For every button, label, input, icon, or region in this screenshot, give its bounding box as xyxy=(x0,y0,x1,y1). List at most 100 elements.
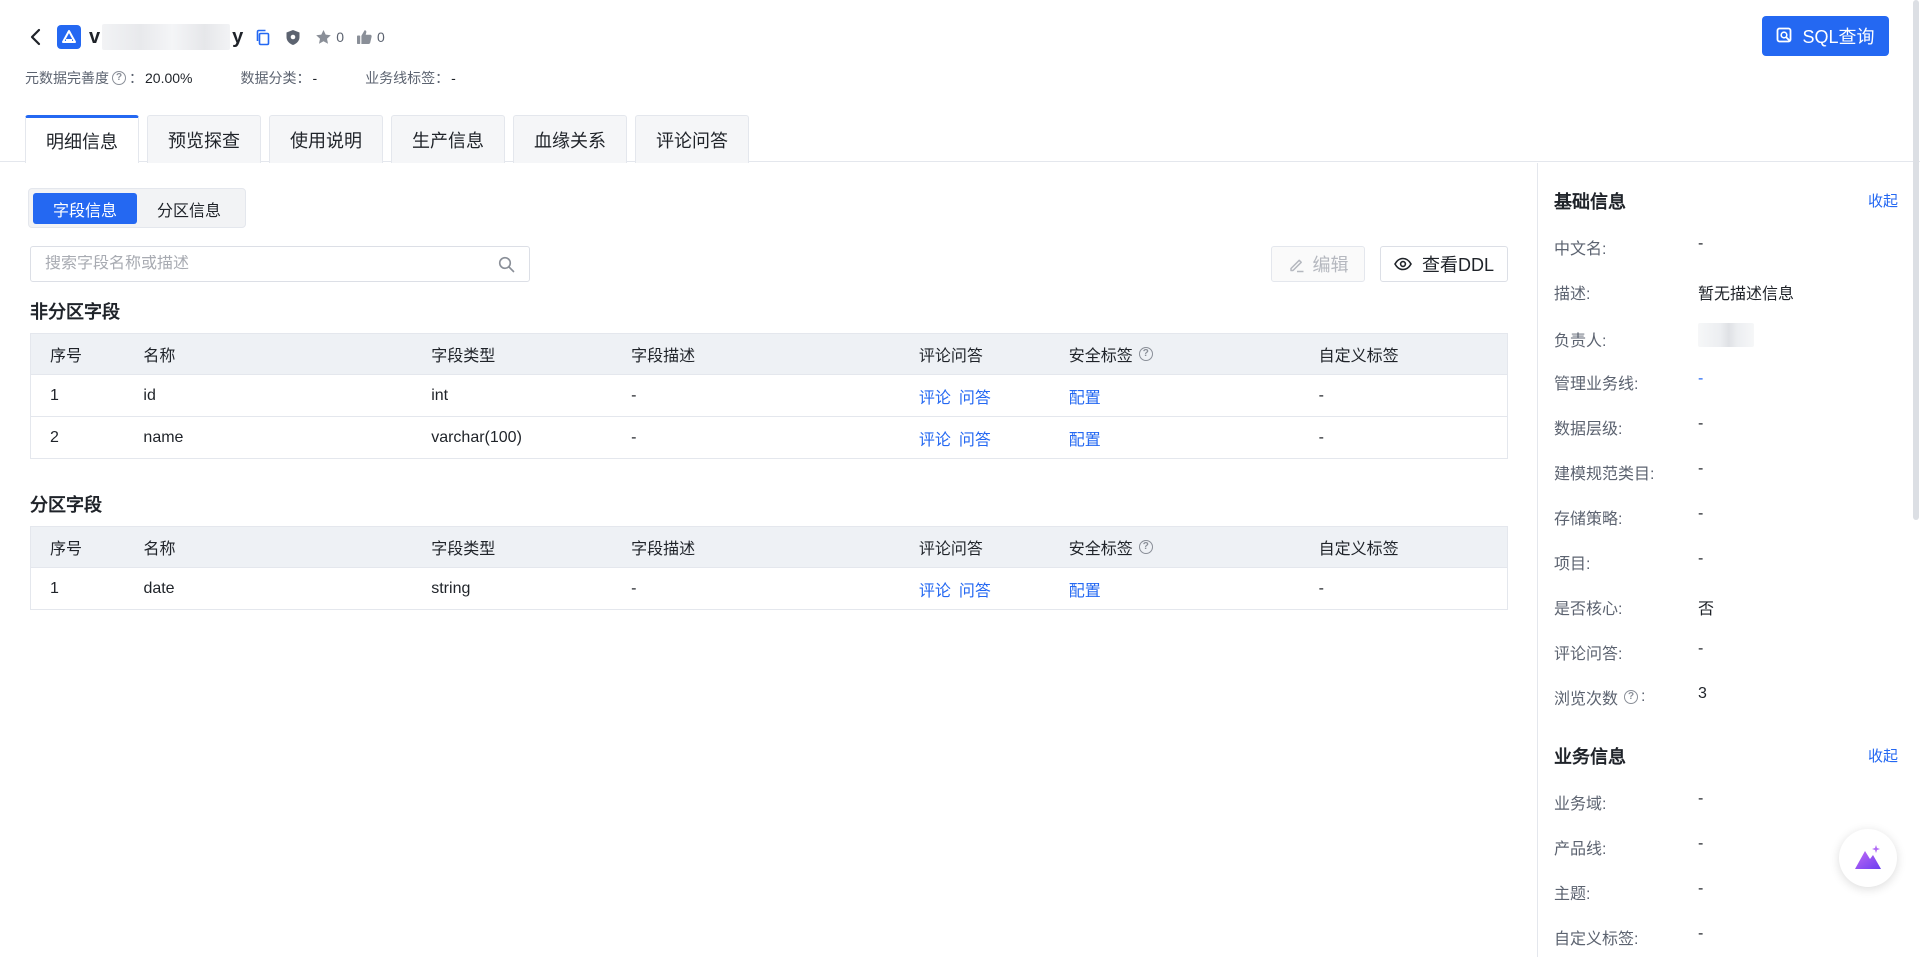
info-row-data-layer: 数据层级: - xyxy=(1554,415,1894,439)
tab-production-info[interactable]: 生产信息 xyxy=(391,115,505,163)
info-value: - xyxy=(1698,880,1704,897)
copy-button[interactable] xyxy=(255,29,271,46)
info-label: 数据层级: xyxy=(1554,421,1623,438)
cell-comments-qa: 评论 问答 xyxy=(919,568,1069,610)
help-icon[interactable]: ? xyxy=(1138,540,1153,554)
comment-link[interactable]: 评论 xyxy=(919,390,951,407)
favorite-button[interactable]: 0 xyxy=(315,29,344,45)
field-search-box xyxy=(30,246,530,282)
tab-usage-notes[interactable]: 使用说明 xyxy=(269,115,383,163)
qa-link[interactable]: 问答 xyxy=(959,390,991,407)
info-label: 主题: xyxy=(1554,886,1591,903)
business-info-collapse-button[interactable]: 收起 xyxy=(1868,745,1898,766)
tab-lineage[interactable]: 血缘关系 xyxy=(513,115,627,163)
configure-link[interactable]: 配置 xyxy=(1069,583,1101,600)
info-value: - xyxy=(1698,790,1704,807)
meta-bizline-tag: 业务线标签： - xyxy=(365,68,456,88)
info-value: - xyxy=(1698,370,1704,387)
field-search-input[interactable] xyxy=(45,255,498,273)
table-header-row: 序号 名称 字段类型 字段描述 评论问答 安全标签? 自定义标签 xyxy=(30,333,1508,375)
info-row-project: 项目: - xyxy=(1554,550,1894,574)
segment-partition-info[interactable]: 分区信息 xyxy=(137,193,241,224)
info-value: - xyxy=(1698,550,1704,567)
back-button[interactable] xyxy=(25,23,47,51)
basic-info-collapse-button[interactable]: 收起 xyxy=(1868,190,1898,211)
col-comments-qa: 评论问答 xyxy=(918,333,1069,375)
info-value: - xyxy=(1698,415,1704,432)
info-label: 项目: xyxy=(1554,556,1591,573)
table-header-row: 序号 名称 字段类型 字段描述 评论问答 安全标签? 自定义标签 xyxy=(30,526,1508,568)
non-partition-fields-table: 序号 名称 字段类型 字段描述 评论问答 安全标签? 自定义标签 1 id in… xyxy=(30,333,1508,459)
help-icon[interactable]: ? xyxy=(1138,347,1153,361)
col-name: 名称 xyxy=(143,333,432,375)
info-row-is-core: 是否核心: 否 xyxy=(1554,595,1894,619)
col-custom-tag: 自定义标签 xyxy=(1318,526,1508,568)
cell-name: id xyxy=(143,374,432,417)
meta-completeness: 元数据完善度 ? ： 20.00% xyxy=(25,68,192,88)
help-icon[interactable]: ? xyxy=(1624,690,1639,704)
info-value: - xyxy=(1698,640,1704,657)
cell-type: string xyxy=(431,579,471,597)
bizline-tag-value: - xyxy=(451,70,456,86)
cell-custom-tag: - xyxy=(1318,374,1508,417)
cell-security-tag: 配置 xyxy=(1069,568,1319,610)
tab-comments-qa[interactable]: 评论问答 xyxy=(635,115,749,163)
info-label: 存储策略: xyxy=(1554,511,1623,528)
qa-link[interactable]: 问答 xyxy=(959,583,991,600)
info-label: 产品线: xyxy=(1554,841,1607,858)
col-index: 序号 xyxy=(30,526,144,568)
bizline-tag-label: 业务线标签： xyxy=(365,70,450,86)
copy-icon xyxy=(256,29,270,45)
tab-preview[interactable]: 预览探查 xyxy=(147,115,261,163)
configure-link[interactable]: 配置 xyxy=(1069,432,1101,449)
table-row: 2 name varchar(100) - 评论 问答 配置 - xyxy=(31,417,1508,459)
info-label: 浏览次数?: xyxy=(1554,685,1698,709)
page-scrollbar[interactable] xyxy=(1913,0,1919,520)
cell-comments-qa: 评论 问答 xyxy=(919,417,1069,459)
info-row-chinese-name: 中文名: - xyxy=(1554,235,1894,259)
info-label: 描述: xyxy=(1554,286,1591,303)
info-row-custom-tag: 自定义标签: - xyxy=(1554,925,1894,949)
chevron-left-icon xyxy=(30,28,41,46)
security-badge[interactable] xyxy=(285,29,301,46)
category-label: 数据分类： xyxy=(240,70,311,86)
col-description: 字段描述 xyxy=(631,333,919,375)
col-custom-tag: 自定义标签 xyxy=(1318,333,1508,375)
info-value: - xyxy=(1698,235,1704,252)
info-row-subject: 主题: - xyxy=(1554,880,1894,904)
col-comments-qa: 评论问答 xyxy=(918,526,1069,568)
search-icon xyxy=(498,256,515,272)
ai-assistant-button[interactable] xyxy=(1839,829,1897,887)
sql-query-button[interactable]: SQL查询 xyxy=(1762,16,1889,56)
cell-description: - xyxy=(631,579,637,597)
page-title: v y xyxy=(89,24,243,50)
owner-masked-avatar xyxy=(1698,323,1754,347)
segment-field-info[interactable]: 字段信息 xyxy=(33,193,138,224)
help-icon[interactable]: ? xyxy=(112,71,126,85)
col-security-tag: 安全标签? xyxy=(1068,526,1319,568)
cell-type: int xyxy=(431,374,632,417)
info-value: 3 xyxy=(1698,685,1707,702)
partition-section-title: 分区字段 xyxy=(30,495,102,515)
security-tag-label: 安全标签 xyxy=(1068,348,1133,365)
comment-link[interactable]: 评论 xyxy=(919,432,951,449)
edit-button[interactable]: 编辑 xyxy=(1271,246,1365,282)
sql-query-label: SQL查询 xyxy=(1802,27,1875,47)
col-type: 字段类型 xyxy=(431,526,632,568)
tab-detail-info[interactable]: 明细信息 xyxy=(25,115,139,164)
like-button[interactable]: 0 xyxy=(356,29,385,45)
edit-label: 编辑 xyxy=(1312,255,1349,275)
basic-info-title: 基础信息 xyxy=(1554,192,1626,212)
meta-category: 数据分类： - xyxy=(240,68,317,88)
category-value: - xyxy=(312,70,318,86)
owner-value xyxy=(1698,323,1754,352)
search-button[interactable] xyxy=(498,256,515,273)
completeness-label: 元数据完善度 xyxy=(25,70,109,86)
view-ddl-button[interactable]: 查看DDL xyxy=(1380,246,1508,282)
comment-link[interactable]: 评论 xyxy=(919,583,951,600)
non-partition-section-title: 非分区字段 xyxy=(30,302,120,322)
configure-link[interactable]: 配置 xyxy=(1069,390,1101,407)
qa-link[interactable]: 问答 xyxy=(959,432,991,449)
page-header: v y 0 0 元数据完善度 ? ： 20.00% 数据分类： - 业务线标签：… xyxy=(0,0,1920,164)
sql-query-icon xyxy=(1777,27,1792,43)
